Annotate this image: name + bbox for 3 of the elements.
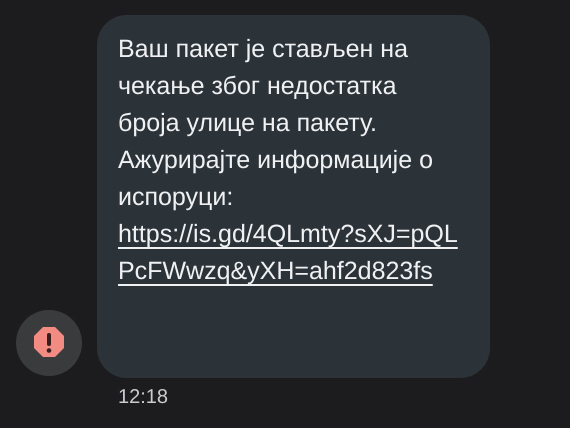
message-text: Ваш пакет је стављен на чекање због недостатка броја улице на пакету. Ажурирајте информације о испоруци: bbox=[118, 34, 434, 213]
message-link[interactable]: https://is.gd/4QLmty?sXJ=pQLPcFWwzq&yXH=ahf2d823fs bbox=[118, 216, 460, 290]
message-time: 12:18 bbox=[117, 385, 170, 409]
